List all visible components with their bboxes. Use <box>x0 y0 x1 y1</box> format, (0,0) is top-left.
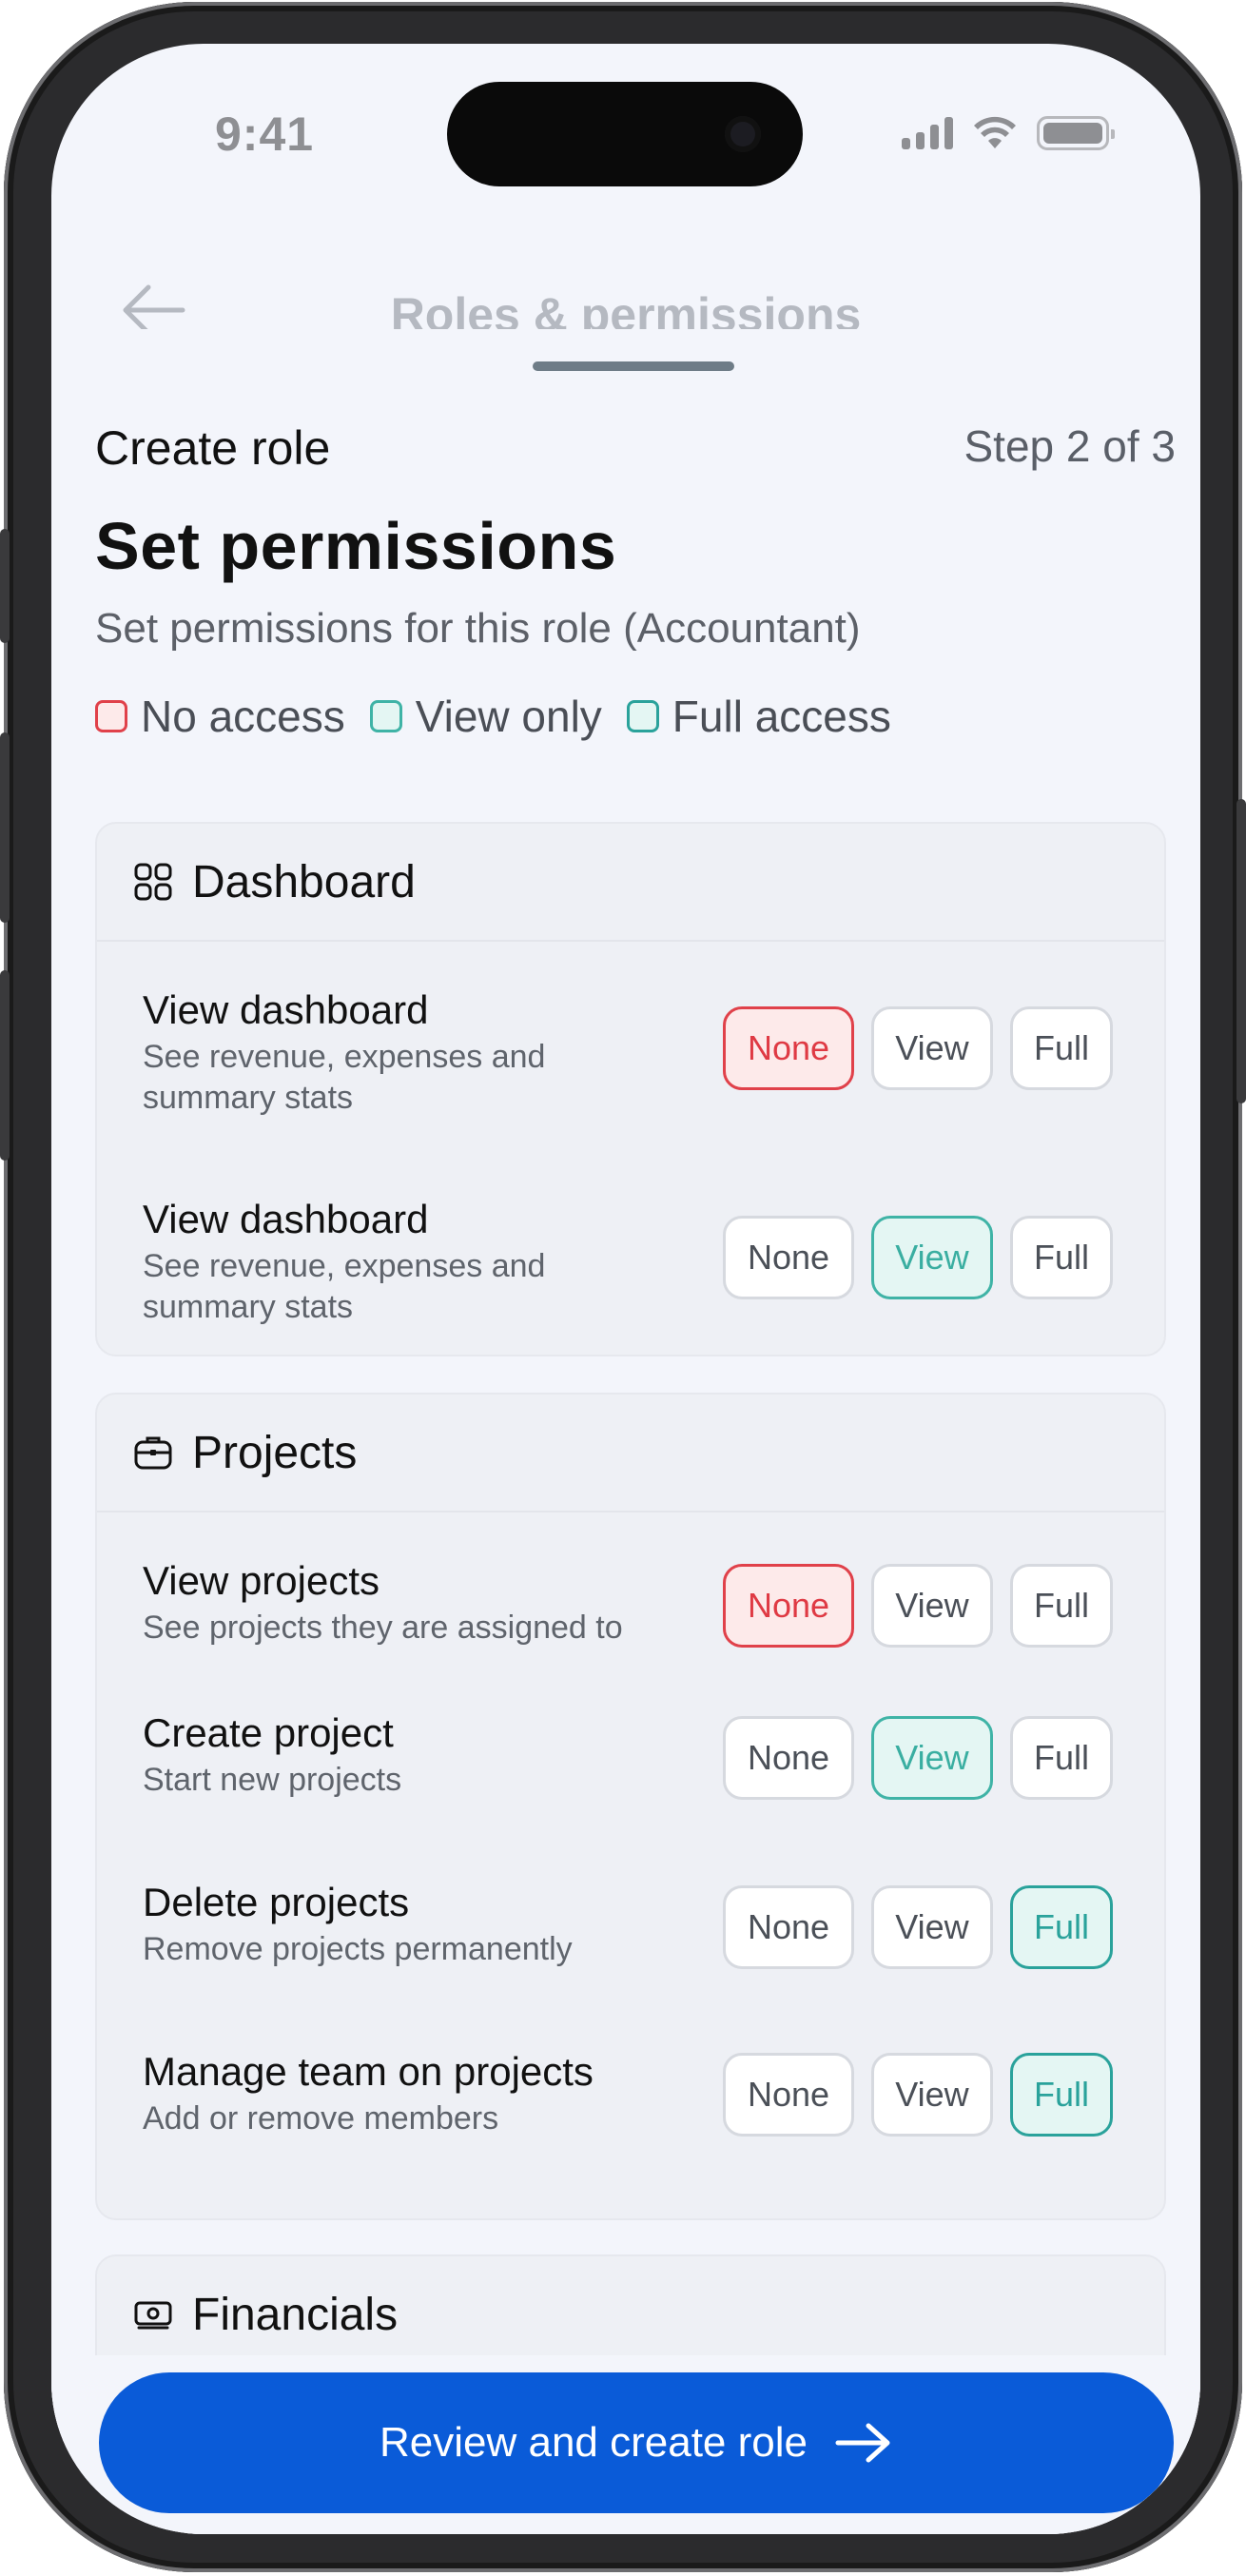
permission-row: View dashboard See revenue, expenses and… <box>97 942 1164 1151</box>
camera-icon <box>725 116 761 152</box>
volume-up-button <box>0 732 10 923</box>
battery-icon <box>1037 116 1115 150</box>
permission-title: Manage team on projects <box>143 2049 594 2094</box>
legend-swatch <box>626 700 659 732</box>
section-dashboard: Dashboard View dashboard See revenue, ex… <box>95 822 1166 1356</box>
wifi-icon <box>974 116 1016 148</box>
access-legend: No access View only Full access <box>95 691 891 742</box>
view-option[interactable]: View <box>871 1885 993 1969</box>
permission-row: Create project Start new projects None V… <box>97 1686 1164 1853</box>
full-option[interactable]: Full <box>1010 1564 1113 1648</box>
sheet-grabber[interactable] <box>533 361 734 371</box>
permission-title: Create project <box>143 1710 394 1755</box>
none-option[interactable]: None <box>723 1716 854 1800</box>
permission-description: Add or remove members <box>143 2100 499 2137</box>
legend-label: No access <box>141 692 345 741</box>
cta-label: Review and create role <box>379 2419 808 2466</box>
full-option[interactable]: Full <box>1010 1716 1113 1800</box>
status-icons <box>902 116 1115 150</box>
permission-row: Manage team on projects Add or remove me… <box>97 2020 1164 2218</box>
volume-down-button <box>0 970 10 1161</box>
permission-title: View dashboard <box>143 987 429 1032</box>
legend-swatch <box>95 700 127 732</box>
view-option[interactable]: View <box>871 1006 993 1090</box>
view-option[interactable]: View <box>871 1216 993 1299</box>
permission-description: Start new projects <box>143 1762 402 1798</box>
none-option[interactable]: None <box>723 2053 854 2137</box>
permission-description: See revenue, expenses and summary stats <box>143 1039 546 1116</box>
page-title: Set permissions <box>95 509 617 583</box>
permission-row: View dashboard See revenue, expenses and… <box>97 1151 1164 1355</box>
view-option[interactable]: View <box>871 1564 993 1648</box>
permissions-sheet: Create role Step 2 of 3 Set permissions … <box>51 329 1200 2534</box>
none-option[interactable]: None <box>723 1216 854 1299</box>
permission-row: Delete projects Remove projects permanen… <box>97 1853 1164 2020</box>
legend-item-view-only: View only <box>369 691 602 742</box>
arrow-right-icon <box>835 2423 890 2463</box>
legend-label: Full access <box>672 692 891 741</box>
full-option[interactable]: Full <box>1010 2053 1113 2137</box>
action-button <box>0 529 10 643</box>
permission-description: Remove projects permanently <box>143 1931 573 1967</box>
section-label: Dashboard <box>192 856 416 907</box>
grid-icon <box>134 863 172 901</box>
section-header: Dashboard <box>97 824 1164 942</box>
permission-title: View projects <box>143 1558 380 1603</box>
status-time: 9:41 <box>215 107 315 161</box>
permission-title: Delete projects <box>143 1880 410 1924</box>
section-label: Projects <box>192 1427 358 1478</box>
permission-row: View projects See projects they are assi… <box>97 1512 1164 1686</box>
money-icon <box>134 2301 172 2330</box>
step-indicator: Step 2 of 3 <box>964 421 1177 471</box>
permission-description: See projects they are assigned to <box>143 1610 623 1646</box>
section-header: Projects <box>97 1395 1164 1512</box>
permission-title: View dashboard <box>143 1197 429 1241</box>
review-create-role-button[interactable]: Review and create role <box>99 2372 1174 2513</box>
briefcase-icon <box>134 1436 172 1470</box>
none-option[interactable]: None <box>723 1564 854 1648</box>
view-option[interactable]: View <box>871 2053 993 2137</box>
section-label: Financials <box>192 2289 399 2340</box>
screen: 9:41 Roles & permissions Create role Ste… <box>51 44 1200 2534</box>
full-option[interactable]: Full <box>1010 1885 1113 1969</box>
phone-frame: 9:41 Roles & permissions Create role Ste… <box>4 2 1242 2572</box>
view-option[interactable]: View <box>871 1716 993 1800</box>
permission-description: See revenue, expenses and summary stats <box>143 1248 546 1325</box>
power-button <box>1236 799 1246 1103</box>
page-subtitle: Set permissions for this role (Accountan… <box>95 605 861 652</box>
legend-swatch <box>369 700 402 732</box>
sheet-heading: Create role <box>95 421 331 475</box>
legend-item-full-access: Full access <box>626 691 891 742</box>
dynamic-island <box>447 82 803 186</box>
none-option[interactable]: None <box>723 1885 854 1969</box>
legend-item-no-access: No access <box>95 691 345 742</box>
none-option[interactable]: None <box>723 1006 854 1090</box>
section-projects: Projects View projects See projects they… <box>95 1393 1166 2220</box>
cellular-signal-icon <box>902 117 953 149</box>
legend-label: View only <box>415 692 602 741</box>
full-option[interactable]: Full <box>1010 1006 1113 1090</box>
full-option[interactable]: Full <box>1010 1216 1113 1299</box>
